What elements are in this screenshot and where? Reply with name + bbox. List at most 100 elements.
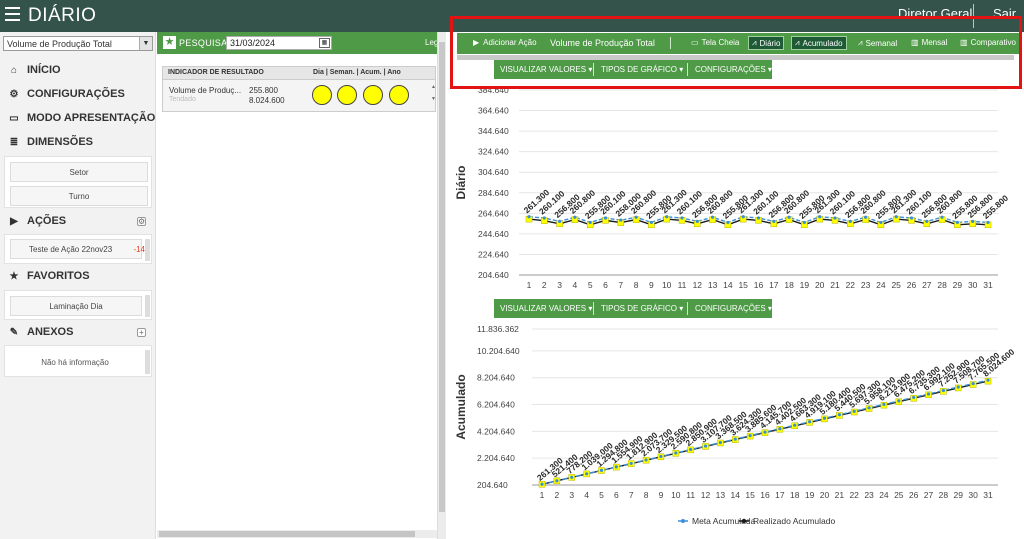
nav-anexos[interactable]: ✎ ANEXOS <box>8 326 74 338</box>
calendar-icon[interactable]: ▦ <box>319 38 330 48</box>
visualizar-valores-dropdown[interactable]: VISUALIZAR VALORES ▾ <box>500 304 592 313</box>
indicator-select[interactable]: Volume de Produção Total ▼ <box>3 36 153 51</box>
indicator-realizado-value: 8.024.600 <box>249 96 285 105</box>
dropdown-label: TIPOS DE GRÁFICO <box>601 304 678 313</box>
dropdown-label: CONFIGURAÇÕES <box>695 304 766 313</box>
status-lamp-ano[interactable] <box>389 85 409 105</box>
x-tick-label: 23 <box>864 490 874 500</box>
visualizar-valores-dropdown[interactable]: VISUALIZAR VALORES ▾ <box>500 65 592 74</box>
favorite-star-icon[interactable]: ★ <box>163 36 176 49</box>
x-tick-label: 13 <box>708 280 718 290</box>
chevron-down-icon[interactable]: ▼ <box>139 37 152 50</box>
top-bar: DIÁRIO Diretor Geral Sair <box>0 0 1024 32</box>
actions-panel: Teste de Ação 22nov23 -14 <box>4 234 152 264</box>
date-input[interactable]: 31/03/2024 ▦ <box>226 36 332 50</box>
annex-empty-text: Não há informação <box>41 358 109 367</box>
y-tick-label: 284.640 <box>478 188 509 198</box>
favorites-scrollbar[interactable] <box>145 295 150 317</box>
tipos-grafico-dropdown[interactable]: TIPOS DE GRÁFICO ▾ <box>601 304 683 313</box>
x-tick-label: 19 <box>800 280 810 290</box>
status-lamp-acumulado[interactable] <box>363 85 383 105</box>
x-tick-label: 1 <box>527 280 532 290</box>
indicator-name[interactable]: Volume de Produç... <box>169 86 241 95</box>
nav-configuracoes[interactable]: ⚙ CONFIGURAÇÕES <box>8 88 125 100</box>
dimension-turno-button[interactable]: Turno <box>10 186 148 206</box>
indicator-meta-value: 255.800 <box>249 86 278 95</box>
x-tick-label: 29 <box>954 490 964 500</box>
y-axis-label: Acumulado <box>454 374 468 439</box>
y-tick-label: 344.640 <box>478 126 509 136</box>
x-tick-label: 22 <box>849 490 859 500</box>
nav-favoritos[interactable]: ★ FAVORITOS <box>8 270 90 282</box>
scrollbar-thumb[interactable] <box>439 42 445 512</box>
configuracoes-dropdown[interactable]: CONFIGURAÇÕES ▾ <box>695 65 772 74</box>
indicator-subtitle: Tendado <box>169 96 196 103</box>
x-tick-label: 19 <box>805 490 815 500</box>
nav-modo-apresentacao[interactable]: ▭ MODO APRESENTAÇÃO <box>8 112 155 124</box>
y-tick-label: 204.640 <box>477 480 508 490</box>
x-tick-label: 5 <box>588 280 593 290</box>
panel-horizontal-scrollbar[interactable] <box>157 530 437 538</box>
action-badge: -14 <box>133 245 145 254</box>
legend-realizado-label: Realizado Acumulado <box>753 516 835 526</box>
annex-scrollbar[interactable] <box>145 350 150 374</box>
y-tick-label: 224.640 <box>478 249 509 259</box>
y-tick-label: 2.204.640 <box>477 453 515 463</box>
actions-scrollbar[interactable] <box>145 239 150 261</box>
nav-dimensoes[interactable]: ≣ DIMENSÕES <box>8 136 93 148</box>
x-tick-label: 6 <box>603 280 608 290</box>
nav-inicio[interactable]: ⌂ INÍCIO <box>8 64 61 76</box>
nav-label: ANEXOS <box>27 326 74 338</box>
add-action-button[interactable]: ▶ Adicionar Ação <box>473 38 537 47</box>
chart-menu-acumulado: VISUALIZAR VALORES ▾ TIPOS DE GRÁFICO ▾ … <box>494 299 772 318</box>
legend-realizado-marker <box>741 518 747 524</box>
monitor-icon: ▭ <box>691 38 699 47</box>
tab-diario[interactable]: ⩘ Diário <box>748 36 785 50</box>
user-name[interactable]: Diretor Geral <box>898 6 972 21</box>
gear-icon: ⚙ <box>9 88 19 100</box>
x-tick-label: 17 <box>769 280 779 290</box>
status-lamp-dia[interactable] <box>312 85 332 105</box>
play-icon: ▶ <box>10 215 18 227</box>
monitor-icon: ▭ <box>9 112 19 124</box>
nav-acoes[interactable]: ▶ AÇÕES <box>8 215 66 227</box>
tab-mensal[interactable]: ▥ Mensal <box>911 38 947 47</box>
y-tick-label: 6.204.640 <box>477 400 515 410</box>
chart-area: ▶ Adicionar Ação Volume de Produção Total… <box>450 32 1024 539</box>
x-tick-label: 27 <box>924 490 934 500</box>
y-tick-label: 4.204.640 <box>477 426 515 436</box>
meta-point <box>585 472 589 476</box>
x-tick-label: 9 <box>649 280 654 290</box>
fullscreen-button[interactable]: ▭ Tela Cheia <box>691 38 739 47</box>
panel-vertical-scrollbar[interactable] <box>437 32 446 539</box>
action-item[interactable]: Teste de Ação 22nov23 -14 <box>10 239 145 259</box>
row-scroll-arrows-icon[interactable]: ▲ ▼ <box>431 84 436 102</box>
x-tick-label: 15 <box>745 490 755 500</box>
favorite-item-laminacao[interactable]: Laminação Dia <box>10 296 142 316</box>
play-icon: ▶ <box>473 38 480 47</box>
nav-label: CONFIGURAÇÕES <box>27 88 125 100</box>
x-tick-label: 26 <box>909 490 919 500</box>
logout-link[interactable]: Sair <box>993 6 1016 21</box>
hamburger-menu-icon[interactable] <box>5 7 20 21</box>
chart-menu-diario: VISUALIZAR VALORES ▾ TIPOS DE GRÁFICO ▾ … <box>494 60 772 79</box>
tab-semanal[interactable]: ⩘ Semanal <box>858 38 897 48</box>
y-tick-label: 364.640 <box>478 106 509 116</box>
left-sidebar <box>0 32 156 539</box>
tab-comparativo[interactable]: ▥ Comparativo <box>960 38 1016 47</box>
actions-settings-icon[interactable]: ⚙ <box>137 217 146 226</box>
x-tick-label: 2 <box>542 280 547 290</box>
x-tick-label: 3 <box>569 490 574 500</box>
search-bar: ★ PESQUISA 31/03/2024 ▦ Legend <box>157 32 452 54</box>
tipos-grafico-dropdown[interactable]: TIPOS DE GRÁFICO ▾ <box>601 65 683 74</box>
tab-acumulado[interactable]: ⩘ Acumulado <box>791 36 847 50</box>
configuracoes-dropdown[interactable]: CONFIGURAÇÕES ▾ <box>695 304 772 313</box>
scrollbar-thumb[interactable] <box>159 531 415 537</box>
dimension-setor-button[interactable]: Setor <box>10 162 148 182</box>
x-tick-label: 11 <box>678 280 687 290</box>
meta-point <box>882 402 886 407</box>
add-annex-icon[interactable]: + <box>137 328 146 337</box>
status-lamp-semana[interactable] <box>337 85 357 105</box>
x-tick-label: 31 <box>983 280 993 290</box>
table-title: INDICADOR DE RESULTADO <box>168 69 264 76</box>
